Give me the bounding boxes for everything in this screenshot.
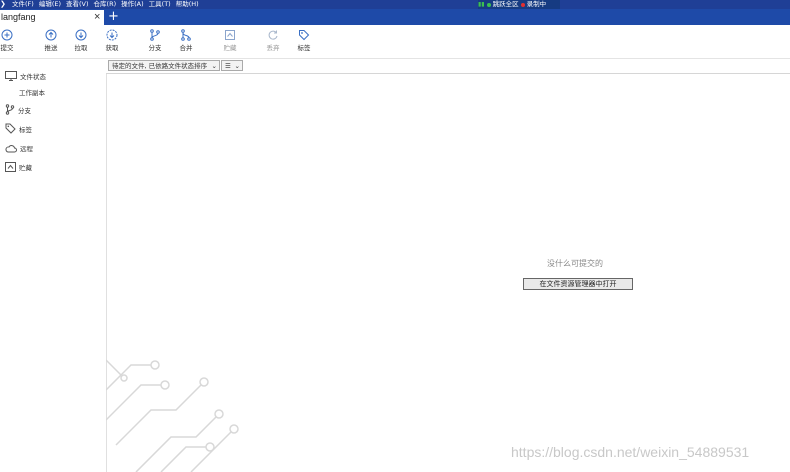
list-view-icon: ☰ (225, 62, 231, 70)
chevron-down-icon: ⌄ (234, 62, 240, 70)
menu-help[interactable]: 帮助(H) (176, 0, 199, 9)
file-sort-value: 待定的文件, 已依路文件状态排序 (112, 62, 208, 70)
commit-label: 提交 (0, 44, 14, 52)
view-mode-dropdown[interactable]: ☰ ⌄ (221, 60, 243, 71)
tag-icon (299, 30, 310, 41)
green-dot-icon (486, 2, 491, 7)
sidebar: 文件状态 工作副本 分支 标签 远程 贮藏 (0, 59, 107, 472)
sidebar-item-label: 分支 (18, 106, 31, 115)
toolbar: 提交 推送 拉取 获取 分支 合并 贮藏 丢弃 标签 (0, 25, 790, 59)
arrow-down-circle-icon (75, 29, 87, 41)
menu-actions[interactable]: 操作(A) (121, 0, 144, 9)
menu-file[interactable]: 文件(F) (12, 0, 34, 9)
branch-icon (150, 29, 160, 41)
file-sort-dropdown[interactable]: 待定的文件, 已依路文件状态排序 ⌄ (108, 60, 220, 71)
sidebar-item-tags[interactable]: 标签 (5, 123, 32, 134)
fetch-button[interactable]: 获取 (97, 29, 127, 52)
open-in-explorer-button[interactable]: 在文件资源管理器中打开 (523, 278, 633, 290)
tab-repository[interactable]: langfang × (0, 10, 104, 25)
sidebar-item-remotes[interactable]: 远程 (5, 143, 33, 153)
sidebar-item-label: 标签 (19, 125, 32, 134)
branch-button[interactable]: 分支 (140, 29, 170, 52)
sidebar-item-working-copy[interactable]: 工作副本 (19, 87, 45, 97)
pull-label: 拉取 (74, 44, 88, 52)
red-dot-icon (520, 2, 525, 7)
menu-repository[interactable]: 仓库(R) (94, 0, 117, 9)
signal-icon: ▮▮ (478, 1, 485, 8)
sidebar-item-file-status[interactable]: 文件状态 (5, 71, 46, 81)
tag-icon (5, 123, 16, 134)
tag-button[interactable]: 标签 (289, 29, 319, 52)
cloud-icon (5, 144, 17, 152)
sidebar-item-stashes[interactable]: 贮藏 (5, 162, 32, 172)
close-icon[interactable]: × (94, 10, 100, 25)
chevron-down-icon: ⌄ (211, 62, 217, 70)
circuit-decoration (106, 359, 239, 472)
stash-button[interactable]: 贮藏 (215, 29, 245, 52)
tab-bar: langfang × + (0, 9, 790, 25)
branch-label: 分支 (148, 44, 162, 52)
commit-button[interactable]: 提交 (0, 29, 22, 52)
discard-icon (268, 30, 278, 40)
stash-icon (5, 162, 16, 172)
plus-circle-icon (1, 29, 13, 41)
branch-icon (5, 104, 15, 115)
merge-button[interactable]: 合并 (171, 29, 201, 52)
watermark-text: https://blog.csdn.net/weixin_54889531 (511, 444, 750, 460)
add-tab-icon[interactable]: + (108, 9, 119, 24)
tab-title: langfang (1, 12, 36, 22)
app-logo-icon: ❯ (0, 0, 6, 8)
pull-button[interactable]: 拉取 (66, 29, 96, 52)
monitor-icon (5, 71, 17, 81)
discard-label: 丢弃 (266, 44, 280, 52)
tag-label: 标签 (297, 44, 311, 52)
menu-view[interactable]: 查看(V) (66, 0, 89, 9)
merge-icon (181, 29, 191, 41)
empty-state-text: 没什么可提交的 (547, 259, 603, 268)
merge-label: 合并 (179, 44, 193, 52)
sidebar-item-label: 贮藏 (19, 164, 32, 172)
stash-label: 贮藏 (223, 44, 237, 52)
stash-icon (225, 30, 235, 40)
status-left-text: 跳跃全区 (492, 0, 519, 8)
sidebar-item-branches[interactable]: 分支 (5, 104, 31, 115)
arrow-up-circle-icon (45, 29, 57, 41)
discard-button[interactable]: 丢弃 (258, 29, 288, 52)
menu-edit[interactable]: 编辑(E) (39, 0, 61, 9)
status-right-text: 录制中 (526, 0, 547, 8)
recording-status: ▮▮ 跳跃全区 录制中 (478, 0, 560, 9)
menu-bar: ❯ 文件(F) 编辑(E) 查看(V) 仓库(R) 操作(A) 工具(T) 帮助… (0, 0, 790, 9)
push-label: 推送 (44, 44, 58, 52)
fetch-circle-icon (106, 29, 118, 41)
sidebar-item-label: 远程 (20, 145, 33, 153)
file-filter-bar: 待定的文件, 已依路文件状态排序 ⌄ ☰ ⌄ (106, 59, 790, 74)
push-button[interactable]: 推送 (36, 29, 66, 52)
fetch-label: 获取 (105, 44, 119, 52)
menu-tools[interactable]: 工具(T) (149, 0, 171, 9)
sidebar-item-label: 文件状态 (20, 73, 46, 81)
